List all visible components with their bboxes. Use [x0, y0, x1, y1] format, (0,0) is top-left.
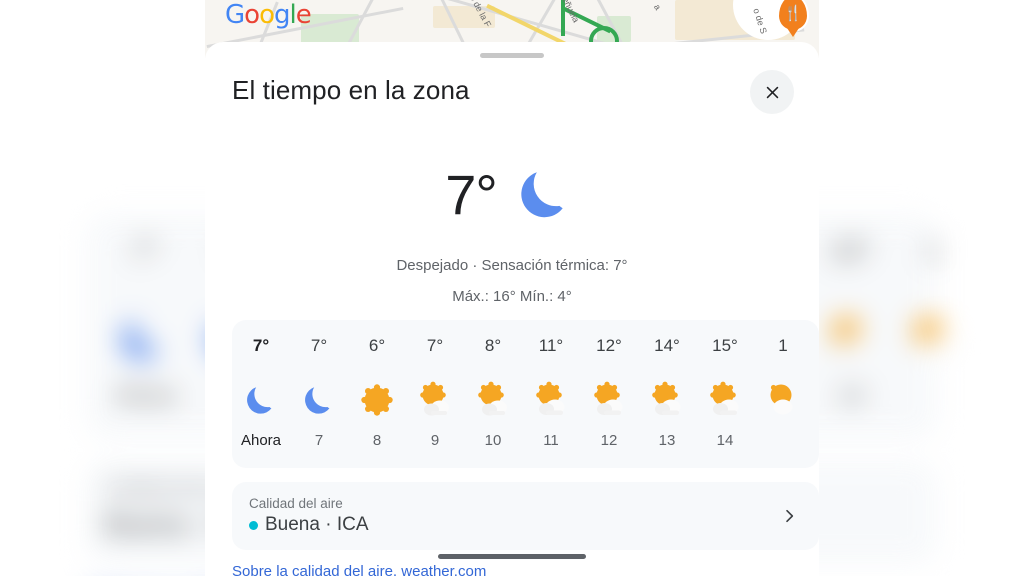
- air-quality-info: Calidad del aire Buena · ICA: [249, 496, 369, 536]
- air-quality-card[interactable]: Calidad del aire Buena · ICA: [232, 482, 819, 550]
- partly-cloudy-icon: [536, 381, 565, 415]
- close-icon: [766, 86, 778, 98]
- hourly-item[interactable]: 7° 7: [290, 336, 348, 449]
- hourly-item[interactable]: 11° 11: [522, 336, 580, 449]
- hourly-label: 8: [372, 432, 382, 449]
- hourly-temp: 11°: [538, 336, 564, 355]
- screen-root: 7° Ahora 7° 7 15°: [0, 0, 1024, 576]
- blurred-icon: [889, 307, 977, 368]
- hourly-item[interactable]: 12° 12: [580, 336, 638, 449]
- hourly-label: 9: [430, 432, 440, 449]
- blurred-icon: [807, 307, 895, 368]
- hourly-item[interactable]: 8° 10: [464, 336, 522, 449]
- restaurant-icon: 🍴: [783, 4, 803, 22]
- hourly-temp: 7°: [310, 336, 328, 355]
- hourly-icon-wrap: [406, 374, 464, 426]
- close-button[interactable]: [750, 70, 794, 114]
- hourly-label: 11: [543, 432, 559, 449]
- hourly-icon-wrap: [290, 374, 348, 426]
- restaurant-poi-pin[interactable]: 🍴: [777, 0, 809, 32]
- google-logo: Google: [225, 0, 312, 30]
- hourly-item[interactable]: 6° 8: [348, 336, 406, 449]
- partly-cloudy-icon: [710, 381, 739, 415]
- hourly-icon-wrap: [464, 374, 522, 426]
- hourly-temp: 7°: [426, 336, 444, 355]
- hourly-temp: 8°: [484, 336, 502, 355]
- hourly-label: 10: [484, 432, 502, 449]
- sun-icon: [361, 384, 393, 416]
- current-conditions: 7°: [205, 160, 819, 228]
- hourly-item[interactable]: 1: [754, 336, 812, 432]
- weather-bottom-sheet: El tiempo en la zona 7° Despejado · Sens…: [205, 42, 819, 576]
- hourly-icon-wrap: [638, 374, 696, 426]
- condition-text: Despejado · Sensación térmica: 7°: [396, 257, 628, 274]
- partly-cloudy-icon: [652, 381, 681, 415]
- air-quality-title: Calidad del aire: [249, 496, 343, 511]
- hourly-item[interactable]: 15° 14: [696, 336, 754, 449]
- hourly-temp: 6°: [368, 336, 386, 355]
- partly-cloudy-icon: [420, 381, 449, 416]
- hourly-label: Ahora: [240, 432, 282, 449]
- blurred-label: 14: [838, 383, 864, 410]
- hourly-temp: 15°: [712, 336, 738, 355]
- moon-icon: [305, 387, 330, 414]
- hourly-item[interactable]: 7° Ahora: [232, 336, 290, 449]
- hourly-icon-wrap: [696, 374, 754, 426]
- hourly-icon-wrap: [522, 374, 580, 426]
- hourly-icon-wrap: [348, 374, 406, 426]
- hourly-temp: 14°: [654, 336, 680, 355]
- blurred-icon: [102, 307, 190, 368]
- hourly-label: 13: [658, 432, 676, 449]
- page-title: El tiempo en la zona: [232, 75, 470, 105]
- blurred-temp: 15°: [830, 235, 872, 267]
- partly-cloudy-icon: [594, 381, 623, 415]
- drag-handle[interactable]: [480, 53, 544, 58]
- air-quality-chevron[interactable]: [781, 508, 797, 524]
- hourly-temp: 7°: [252, 336, 270, 355]
- air-quality-value-row: Buena · ICA: [249, 514, 369, 536]
- hourly-label: 12: [600, 432, 618, 449]
- hourly-item[interactable]: 7° 9: [406, 336, 464, 449]
- moon-icon: [521, 172, 563, 218]
- hourly-icon-wrap: [754, 374, 812, 426]
- status-badge-dot: [249, 520, 258, 530]
- minmax-text: Máx.: 16° Mín.: 4°: [452, 288, 572, 305]
- partly-cloudy-icon: [770, 384, 793, 415]
- blurred-temp: 1: [925, 235, 941, 267]
- air-quality-value: Buena · ICA: [265, 514, 369, 535]
- partly-cloudy-icon: [478, 381, 507, 416]
- air-quality-source-link[interactable]: Sobre la calidad del aire, weather.com: [232, 563, 486, 576]
- hourly-temp: 1: [778, 336, 788, 355]
- current-temperature: 7°: [445, 162, 498, 226]
- hourly-icon-wrap: [580, 374, 638, 426]
- home-indicator[interactable]: [438, 554, 586, 559]
- hourly-label: 14: [716, 432, 734, 449]
- hourly-forecast-card[interactable]: 7° Ahora 7° 7 6° 8 7° 9 8° 10 11° 11 12°…: [232, 320, 819, 468]
- hourly-forecast-row: 7° Ahora 7° 7 6° 8 7° 9 8° 10 11° 11 12°…: [232, 320, 819, 449]
- hourly-temp: 12°: [596, 336, 622, 355]
- chevron-right-icon: [786, 509, 794, 523]
- hourly-icon-wrap: [232, 374, 290, 426]
- blurred-label: Ahora: [115, 383, 177, 410]
- hourly-label: 7: [314, 432, 324, 449]
- moon-icon: [247, 387, 272, 414]
- phone-viewport: o de la F Peñuela o de S a Google 🍴 El t…: [205, 0, 819, 576]
- hourly-item[interactable]: 14° 13: [638, 336, 696, 449]
- blurred-temp: 7°: [132, 235, 159, 267]
